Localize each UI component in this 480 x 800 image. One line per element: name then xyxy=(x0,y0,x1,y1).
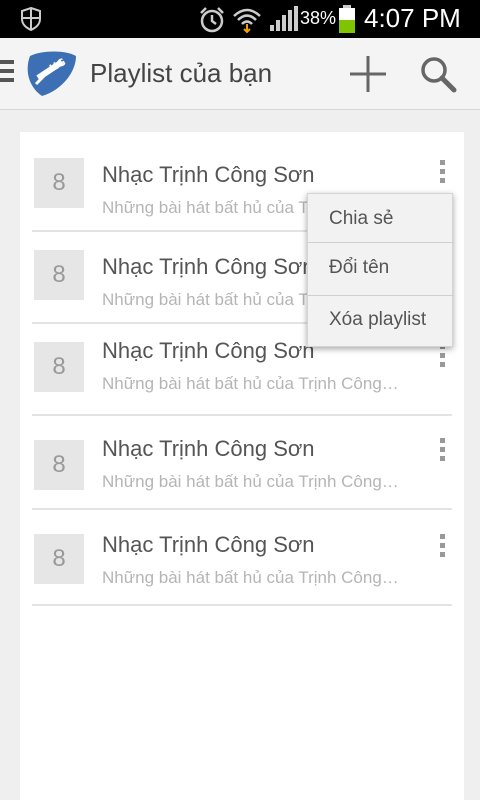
add-icon[interactable] xyxy=(346,52,390,96)
overflow-menu-icon[interactable] xyxy=(432,160,452,190)
popup-menu: Chia sẻ Đổi tên Xóa playlist xyxy=(307,193,454,347)
overflow-menu-icon[interactable] xyxy=(432,438,452,468)
wifi-icon xyxy=(233,8,261,34)
playlist-count-thumb: 8 xyxy=(34,158,84,208)
playlist-count-thumb: 8 xyxy=(34,250,84,300)
battery-percent: 38% xyxy=(300,8,337,28)
status-bar: 38% 4:07 PM xyxy=(0,0,480,38)
guitar-pick-logo[interactable]: HG xyxy=(22,50,78,98)
playlist-title: Nhạc Trịnh Công Sơn xyxy=(102,436,315,461)
shield-icon xyxy=(21,7,41,31)
playlist-title: Nhạc Trịnh Công Sơn xyxy=(102,162,315,187)
page-title: Playlist của bạn xyxy=(90,58,273,88)
playlist-item[interactable]: 8 Nhạc Trịnh Công Sơn Những bài hát bất … xyxy=(32,418,452,510)
action-bar: HG Playlist của bạn xyxy=(0,38,480,110)
clock: 4:07 PM xyxy=(364,3,461,33)
signal-icon xyxy=(270,6,298,31)
overflow-menu-icon[interactable] xyxy=(432,344,452,374)
alarm-icon xyxy=(200,7,224,33)
playlist-title: Nhạc Trịnh Công Sơn xyxy=(102,532,315,557)
playlist-count-thumb: 8 xyxy=(34,342,84,392)
search-icon[interactable] xyxy=(416,52,460,96)
menu-item-delete-playlist[interactable]: Xóa playlist xyxy=(308,295,454,345)
menu-item-share[interactable]: Chia sẻ xyxy=(308,194,454,244)
overflow-menu-icon[interactable] xyxy=(432,534,452,564)
playlist-subtitle: Những bài hát bất hủ của Trịnh Công Sơn xyxy=(102,374,402,393)
playlist-subtitle: Những bài hát bất hủ của Trịnh Công Sơn xyxy=(102,472,402,491)
playlist-count-thumb: 8 xyxy=(34,440,84,490)
menu-item-rename[interactable]: Đổi tên xyxy=(308,243,454,293)
playlist-title: Nhạc Trịnh Công Sơn xyxy=(102,338,315,363)
battery-icon xyxy=(339,5,355,33)
playlist-subtitle: Những bài hát bất hủ của Trịnh Công Sơn xyxy=(102,568,402,587)
playlist-count-thumb: 8 xyxy=(34,534,84,584)
drawer-icon[interactable] xyxy=(0,60,14,86)
playlist-title: Nhạc Trịnh Công Sơn xyxy=(102,254,315,279)
playlist-item[interactable]: 8 Nhạc Trịnh Công Sơn Những bài hát bất … xyxy=(32,514,452,606)
